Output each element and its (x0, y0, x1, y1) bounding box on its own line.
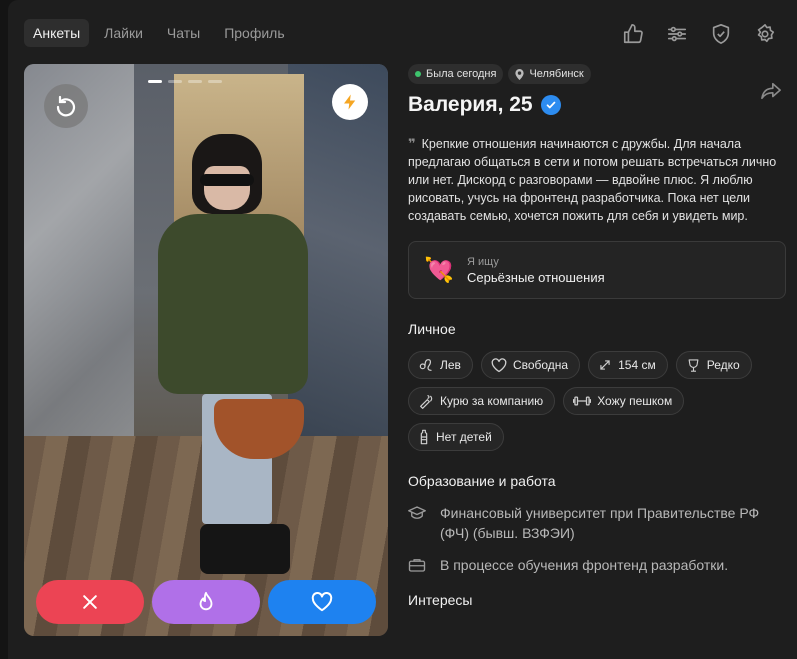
photo-face (204, 166, 250, 210)
chip-zodiac: Лев (408, 351, 473, 379)
seeking-card: 💘 Я ищу Серьёзные отношения (408, 241, 786, 299)
photo-progress-segment[interactable] (188, 80, 202, 83)
shield-check-icon[interactable] (706, 19, 735, 48)
education-school: Финансовый университет при Правительстве… (440, 505, 760, 541)
heart-outline-icon (491, 357, 507, 372)
education-work: В процессе обучения фронтенд разработки. (440, 557, 729, 573)
chip-children: Нет детей (408, 423, 504, 451)
chip-label: Курю за компанию (440, 394, 544, 408)
education-school-row: Финансовый университет при Правительстве… (408, 503, 786, 543)
profile-name: Валерия, 25 (408, 93, 533, 116)
top-nav-icons (618, 19, 779, 48)
briefcase-icon (408, 557, 426, 578)
tab-likes[interactable]: Лайки (95, 19, 152, 47)
top-nav: Анкеты Лайки Чаты Профиль (24, 19, 294, 47)
heart-arrow-icon: 💘 (424, 256, 454, 284)
status-badge: Была сегодня (408, 64, 504, 84)
chip-label: Нет детей (436, 430, 492, 444)
superlike-button[interactable] (152, 580, 260, 624)
chip-relationship: Свободна (480, 351, 581, 379)
swipe-actions (36, 580, 376, 624)
flame-icon (199, 591, 213, 611)
personal-chips: Лев Свободна 154 см Редко Курю за компан… (408, 351, 768, 451)
dislike-button[interactable] (36, 580, 144, 624)
undo-icon (56, 95, 76, 117)
city-badge: Челябинск (508, 64, 591, 84)
glass-icon (688, 358, 699, 372)
tab-ankety[interactable]: Анкеты (24, 19, 90, 47)
photo-progress-segment[interactable] (168, 80, 182, 83)
chip-label: Лев (440, 358, 461, 372)
photo-sunglasses (200, 174, 254, 186)
about-text: Крепкие отношения начинаются с дружбы. Д… (408, 137, 777, 223)
photo-jacket (158, 214, 308, 394)
profile-badges: Была сегодня Челябинск (408, 64, 786, 84)
online-dot (415, 71, 421, 77)
education-section-title: Образование и работа (408, 473, 556, 489)
lightning-icon (344, 94, 356, 110)
photo-boots (200, 524, 290, 574)
photo-progress-segment[interactable] (208, 80, 222, 83)
interests-section-title: Интересы (408, 592, 473, 608)
photo-progress (148, 80, 222, 83)
city-text: Челябинск (529, 68, 584, 80)
profile-details: Была сегодня Челябинск Валерия, 25 ❞ Креп… (408, 64, 786, 608)
heart-icon (311, 592, 333, 612)
chip-label: 154 см (618, 358, 656, 372)
like-button[interactable] (268, 580, 376, 624)
app-window: Анкеты Лайки Чаты Профиль Была сегодня Ч… (8, 0, 797, 659)
photo-person (144, 104, 314, 574)
smoking-icon (420, 395, 433, 409)
chip-height: 154 см (588, 351, 668, 379)
chip-alcohol: Редко (675, 351, 752, 379)
seeking-label: Я ищу (467, 255, 499, 268)
height-icon (600, 360, 610, 370)
dumbbell-icon (573, 396, 592, 406)
education-work-row: В процессе обучения фронтенд разработки. (408, 555, 786, 578)
photo-progress-segment[interactable] (148, 80, 162, 83)
photo-bg-wall (24, 64, 134, 484)
about-text-block: ❞ Крепкие отношения начинаются с дружбы. … (408, 135, 786, 225)
undo-button[interactable] (44, 84, 88, 128)
seeking-value: Серьёзные отношения (467, 269, 605, 285)
status-text: Была сегодня (426, 68, 497, 80)
boost-button[interactable] (332, 84, 368, 120)
share-icon (761, 82, 781, 100)
bottle-icon (420, 429, 428, 445)
quote-icon: ❞ (408, 136, 416, 151)
tab-chats[interactable]: Чаты (158, 19, 209, 47)
education-list: Финансовый университет при Правительстве… (408, 503, 786, 578)
sliders-icon[interactable] (662, 19, 691, 48)
verified-icon (540, 95, 561, 115)
chip-label: Хожу пешком (597, 394, 673, 408)
gear-icon[interactable] (750, 19, 779, 48)
chip-label: Редко (706, 358, 740, 372)
thumbs-up-icon[interactable] (618, 19, 647, 48)
leo-icon (419, 359, 432, 371)
chip-label: Свободна (512, 358, 569, 372)
share-button[interactable] (758, 78, 784, 104)
chip-sport: Хожу пешком (563, 387, 685, 415)
graduation-cap-icon (408, 505, 426, 543)
profile-photo[interactable] (24, 64, 388, 636)
chip-smoking: Курю за компанию (408, 387, 556, 415)
location-pin-icon (515, 68, 525, 80)
name-row: Валерия, 25 (408, 93, 786, 117)
seeking-text: Я ищу Серьёзные отношения (467, 256, 605, 285)
close-icon (83, 595, 97, 609)
personal-section-title: Личное (408, 321, 456, 337)
tab-profile[interactable]: Профиль (215, 19, 293, 47)
